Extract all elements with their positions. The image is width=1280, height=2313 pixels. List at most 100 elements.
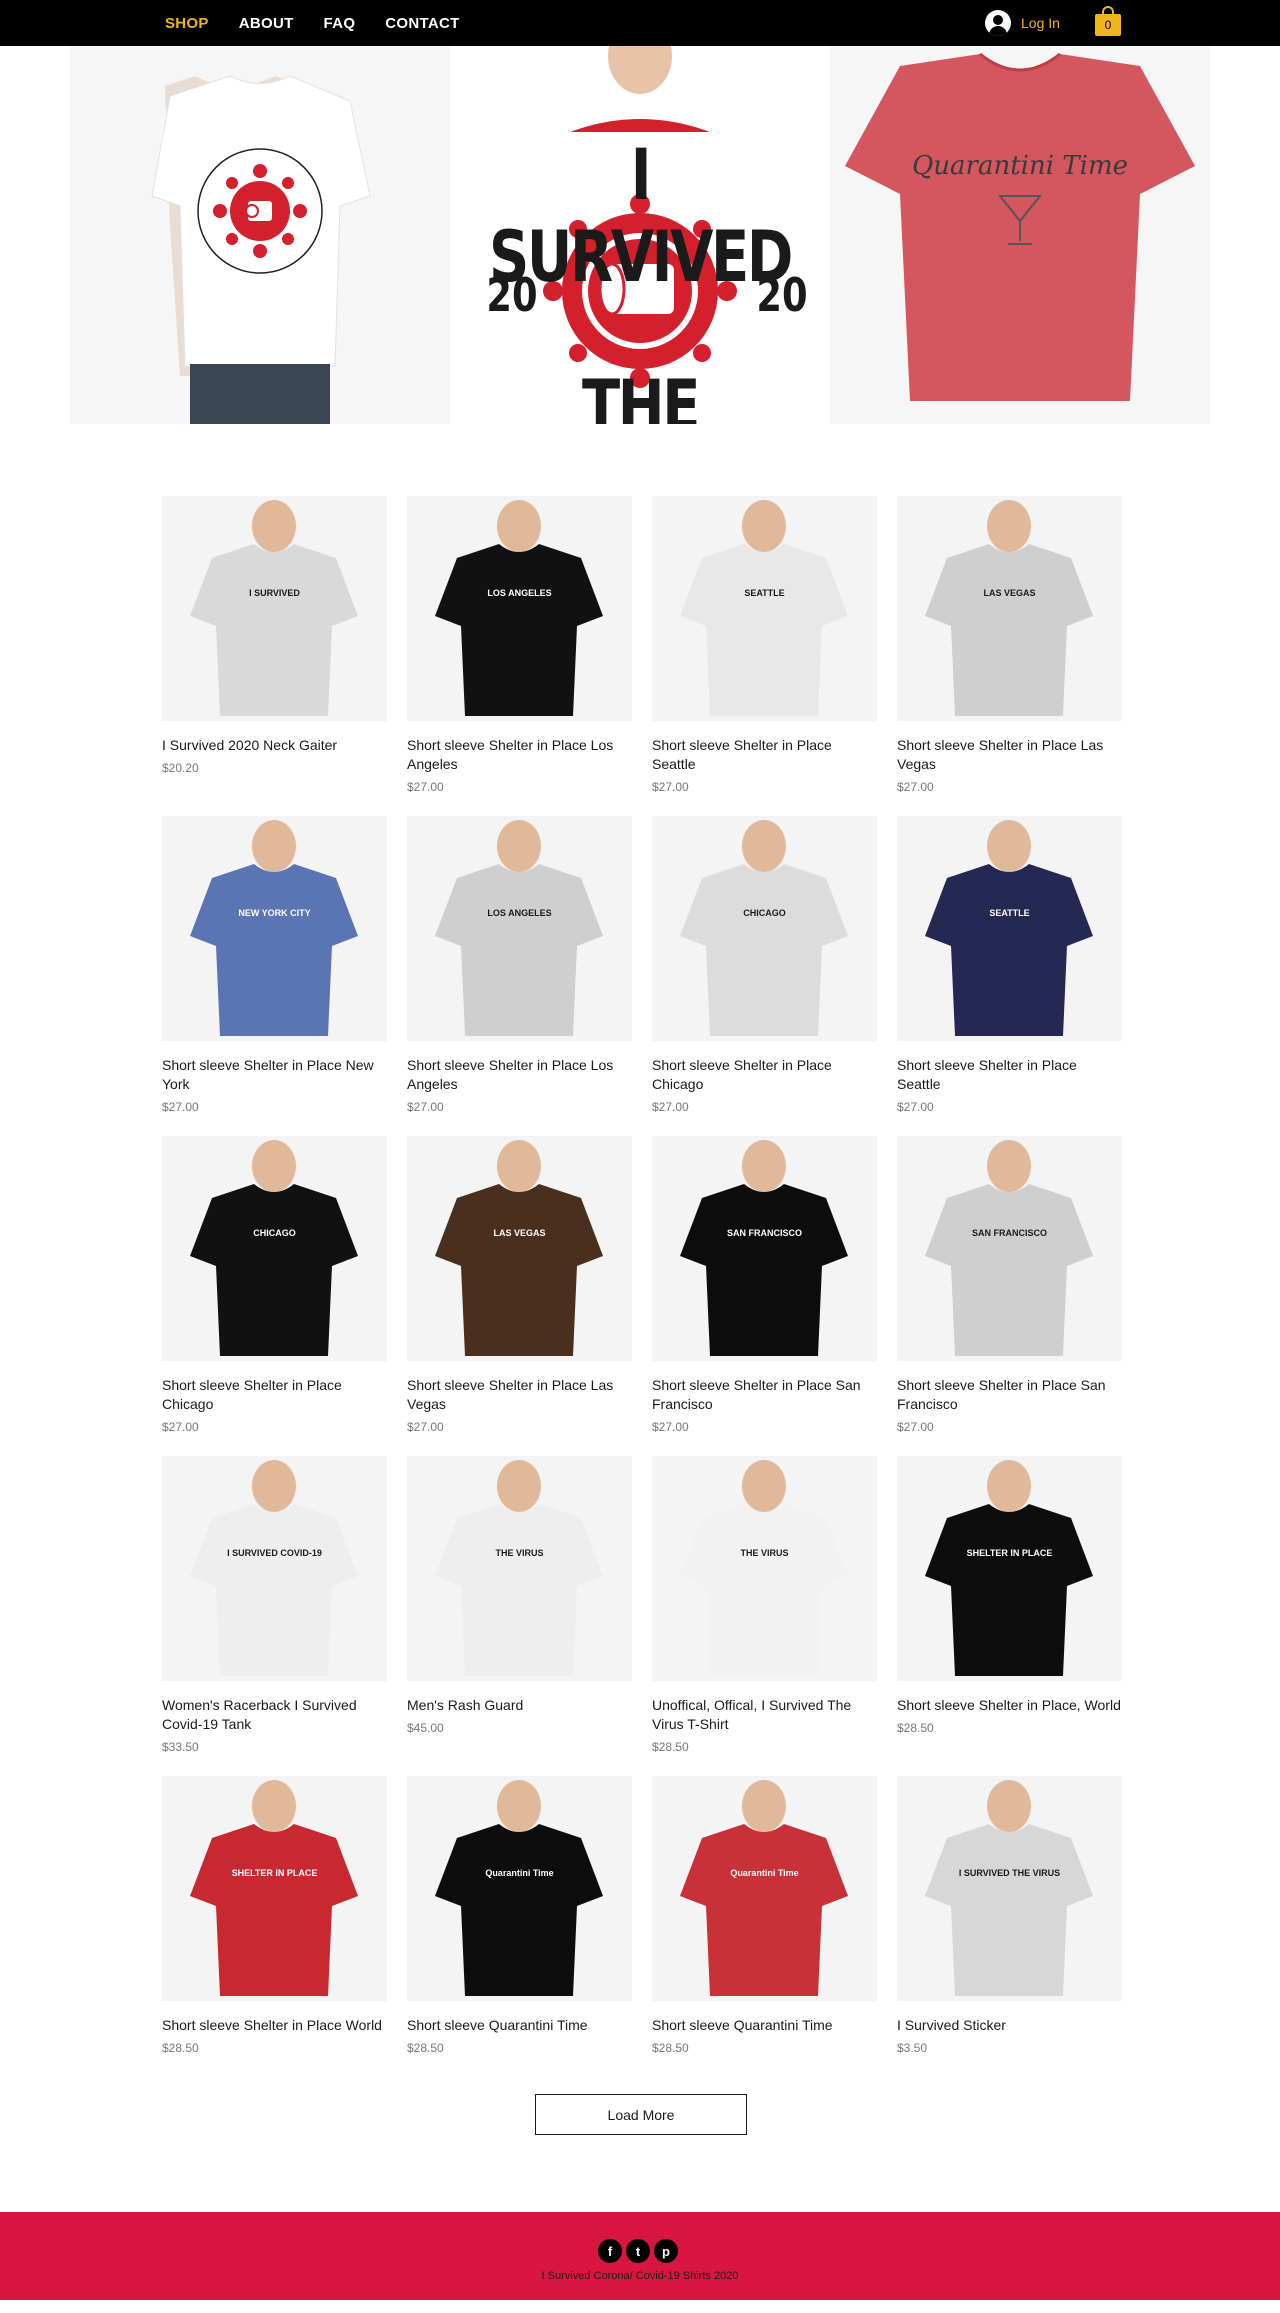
- product-card[interactable]: CHICAGO Short sleeve Shelter in Place Chi…: [162, 1136, 387, 1434]
- product-price: $27.00: [897, 1420, 934, 1434]
- product-image[interactable]: LOS ANGELES: [407, 816, 632, 1041]
- product-card[interactable]: THE VIRUS Unoffical, Offical, I Survived …: [652, 1456, 877, 1754]
- product-card[interactable]: LAS VEGAS Short sleeve Shelter in Place L…: [897, 496, 1122, 794]
- product-card[interactable]: NEW YORK CITY Short sleeve Shelter in Pla…: [162, 816, 387, 1114]
- product-image[interactable]: SEATTLE: [652, 496, 877, 721]
- product-card[interactable]: SEATTLE Short sleeve Shelter in Place Sea…: [897, 816, 1122, 1114]
- facebook-icon[interactable]: f: [598, 2239, 622, 2263]
- product-card[interactable]: I SURVIVED I Survived 2020 Neck Gaiter $20…: [162, 496, 387, 775]
- product-name[interactable]: Short sleeve Quarantini Time: [407, 2016, 632, 2035]
- product-card[interactable]: LOS ANGELES Short sleeve Shelter in Place…: [407, 816, 632, 1114]
- load-more-button[interactable]: Load More: [535, 2094, 747, 2135]
- product-card[interactable]: SAN FRANCISCO Short sleeve Shelter in Pla…: [652, 1136, 877, 1434]
- product-name[interactable]: Short sleeve Shelter in Place Los Angele…: [407, 736, 632, 774]
- product-card[interactable]: LAS VEGAS Short sleeve Shelter in Place L…: [407, 1136, 632, 1434]
- product-price: $3.50: [897, 2041, 928, 2055]
- product-card[interactable]: SHELTER IN PLACE Short sleeve Shelter in …: [162, 1776, 387, 2055]
- product-card[interactable]: I SURVIVED COVID-19 Women's Racerback I S…: [162, 1456, 387, 1754]
- pinterest-icon[interactable]: p: [654, 2239, 678, 2263]
- product-price: $45.00: [407, 1721, 444, 1735]
- product-image[interactable]: THE VIRUS: [407, 1456, 632, 1681]
- product-image[interactable]: SHELTER IN PLACE: [897, 1456, 1122, 1681]
- product-card[interactable]: LOS ANGELES Short sleeve Shelter in Place…: [407, 496, 632, 794]
- product-card[interactable]: Quarantini Time Short sleeve Quarantini T…: [407, 1776, 632, 2055]
- product-card[interactable]: SEATTLE Short sleeve Shelter in Place Sea…: [652, 496, 877, 794]
- product-name[interactable]: Short sleeve Shelter in Place New York: [162, 1056, 387, 1094]
- hero-image-red-shirt: Quarantini Time: [830, 46, 1210, 424]
- product-name[interactable]: Short sleeve Shelter in Place Las Vegas: [897, 736, 1122, 774]
- product-image[interactable]: THE VIRUS: [652, 1456, 877, 1681]
- product-name[interactable]: I Survived Sticker: [897, 2016, 1122, 2035]
- product-card[interactable]: Quarantini Time Short sleeve Quarantini T…: [652, 1776, 877, 2055]
- product-name[interactable]: Short sleeve Shelter in Place Seattle: [652, 736, 877, 774]
- product-name[interactable]: Short sleeve Shelter in Place World: [162, 2016, 387, 2035]
- product-print-text: THE VIRUS: [740, 1548, 789, 1558]
- user-avatar-icon: [985, 10, 1011, 36]
- product-print-text: LOS ANGELES: [487, 588, 552, 598]
- site-header: SHOP ABOUT FAQ CONTACT Log In 0: [0, 0, 1280, 46]
- product-print-text: SAN FRANCISCO: [971, 1228, 1047, 1238]
- product-card[interactable]: SHELTER IN PLACE Short sleeve Shelter in …: [897, 1456, 1122, 1735]
- product-image[interactable]: I SURVIVED COVID-19: [162, 1456, 387, 1681]
- hero-image-logo: I SURVIVED 20 20 THE VIRUS: [450, 46, 830, 424]
- product-image[interactable]: SAN FRANCISCO: [897, 1136, 1122, 1361]
- product-image[interactable]: LAS VEGAS: [407, 1136, 632, 1361]
- product-print-text: I SURVIVED COVID-19: [227, 1548, 322, 1558]
- product-name[interactable]: Short sleeve Shelter in Place Chicago: [162, 1376, 387, 1414]
- nav-shop[interactable]: SHOP: [165, 15, 209, 32]
- social-links: f t p: [598, 2239, 678, 2263]
- product-name[interactable]: Short sleeve Shelter in Place Los Angele…: [407, 1056, 632, 1094]
- product-name[interactable]: Short sleeve Shelter in Place San Franci…: [652, 1376, 877, 1414]
- twitter-icon[interactable]: t: [626, 2239, 650, 2263]
- product-price: $28.50: [162, 2041, 199, 2055]
- product-print-text: SHELTER IN PLACE: [231, 1868, 318, 1878]
- shirt-back-illustration: [70, 46, 450, 424]
- product-price: $27.00: [407, 1100, 444, 1114]
- product-name[interactable]: Short sleeve Quarantini Time: [652, 2016, 877, 2035]
- product-price: $28.50: [652, 1740, 689, 1754]
- product-price: $33.50: [162, 1740, 199, 1754]
- product-name[interactable]: Short sleeve Shelter in Place Las Vegas: [407, 1376, 632, 1414]
- product-print-text: CHICAGO: [253, 1228, 296, 1238]
- product-image[interactable]: LOS ANGELES: [407, 496, 632, 721]
- product-price: $28.50: [652, 2041, 689, 2055]
- hero-banner: I SURVIVED 20 20 THE VIRUS Quarantini Ti…: [70, 46, 1210, 424]
- product-image[interactable]: Quarantini Time: [652, 1776, 877, 2001]
- product-image[interactable]: I SURVIVED: [162, 496, 387, 721]
- product-print-text: Quarantini Time: [485, 1868, 554, 1878]
- product-print-text: LAS VEGAS: [493, 1228, 546, 1238]
- product-card[interactable]: CHICAGO Short sleeve Shelter in Place Chi…: [652, 816, 877, 1114]
- product-image[interactable]: CHICAGO: [162, 1136, 387, 1361]
- nav-contact[interactable]: CONTACT: [385, 15, 459, 32]
- product-image[interactable]: LAS VEGAS: [897, 496, 1122, 721]
- nav-faq[interactable]: FAQ: [324, 15, 356, 32]
- product-price: $27.00: [652, 780, 689, 794]
- product-name[interactable]: Short sleeve Shelter in Place San Franci…: [897, 1376, 1122, 1414]
- product-image[interactable]: SEATTLE: [897, 816, 1122, 1041]
- product-name[interactable]: Men's Rash Guard: [407, 1696, 632, 1715]
- product-image[interactable]: CHICAGO: [652, 816, 877, 1041]
- login-label: Log In: [1021, 15, 1060, 31]
- product-name[interactable]: I Survived 2020 Neck Gaiter: [162, 736, 387, 755]
- cart-button[interactable]: 0: [1095, 6, 1121, 36]
- product-name[interactable]: Unoffical, Offical, I Survived The Virus…: [652, 1696, 877, 1734]
- product-name[interactable]: Short sleeve Shelter in Place Chicago: [652, 1056, 877, 1094]
- product-card[interactable]: I SURVIVED THE VIRUS I Survived Sticker $3…: [897, 1776, 1122, 2055]
- product-image[interactable]: SHELTER IN PLACE: [162, 1776, 387, 2001]
- product-print-text: LOS ANGELES: [487, 908, 552, 918]
- product-image[interactable]: Quarantini Time: [407, 1776, 632, 2001]
- nav-about[interactable]: ABOUT: [239, 15, 294, 32]
- product-price: $27.00: [652, 1420, 689, 1434]
- product-image[interactable]: I SURVIVED THE VIRUS: [897, 1776, 1122, 2001]
- product-image[interactable]: SAN FRANCISCO: [652, 1136, 877, 1361]
- red-shirt-illustration: [830, 46, 1210, 424]
- product-name[interactable]: Women's Racerback I Survived Covid-19 Ta…: [162, 1696, 387, 1734]
- product-card[interactable]: SAN FRANCISCO Short sleeve Shelter in Pla…: [897, 1136, 1122, 1434]
- product-name[interactable]: Short sleeve Shelter in Place Seattle: [897, 1056, 1122, 1094]
- login-button[interactable]: Log In: [985, 9, 1060, 37]
- product-image[interactable]: NEW YORK CITY: [162, 816, 387, 1041]
- product-print-text: I SURVIVED THE VIRUS: [958, 1868, 1061, 1878]
- product-card[interactable]: THE VIRUS Men's Rash Guard $45.00: [407, 1456, 632, 1735]
- product-name[interactable]: Short sleeve Shelter in Place, World: [897, 1696, 1122, 1715]
- product-price: $20.20: [162, 761, 199, 775]
